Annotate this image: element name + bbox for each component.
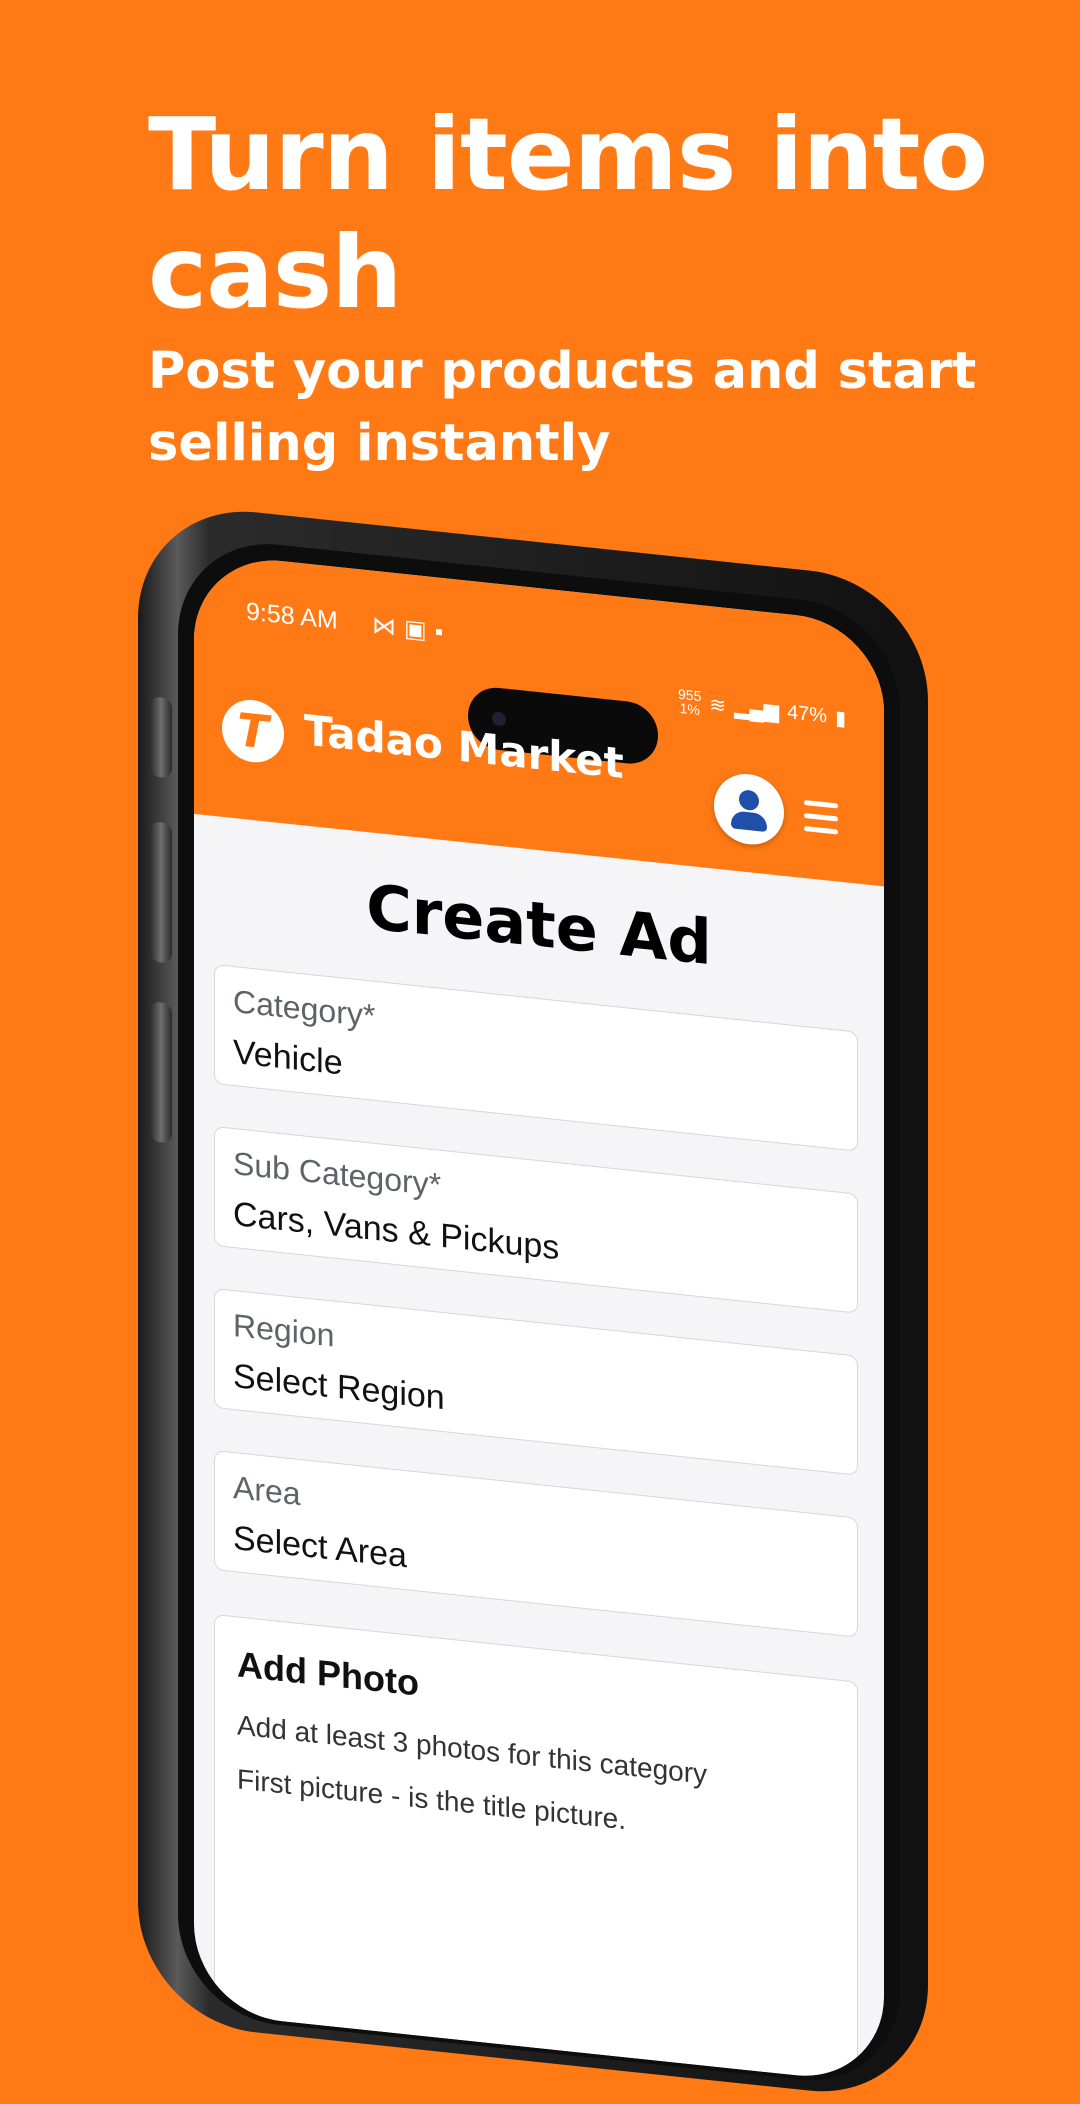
volume-down-button [150, 1001, 172, 1144]
field-label: Category* [233, 982, 376, 1034]
field-value: Select Area [233, 1518, 407, 1576]
network-speed: 955 1% [678, 685, 702, 719]
front-camera [492, 711, 506, 727]
user-icon [739, 789, 759, 812]
volume-up-button [150, 821, 172, 964]
app-logo-icon[interactable]: T [222, 696, 284, 766]
battery-level: 47% [787, 700, 828, 727]
field-value: Select Region [233, 1356, 445, 1418]
add-photo-section[interactable]: Add Photo Add at least 3 photos for this… [214, 1613, 858, 2085]
field-label: Sub Category* [233, 1144, 442, 1203]
status-time: 9:58 AM [246, 597, 338, 635]
region-field[interactable]: Region Select Region [214, 1287, 858, 1476]
sub-category-field[interactable]: Sub Category* Cars, Vans & Pickups [214, 1125, 858, 1314]
field-value: Cars, Vans & Pickups [233, 1194, 560, 1268]
notification-icons: ⋈▣▪ [372, 611, 451, 648]
field-label: Area [233, 1468, 301, 1513]
wifi-icon: ≋ [709, 693, 727, 718]
phone-mockup: 9:58 AM ⋈▣▪ 955 1% ≋ ▂▄▆ 47% ▮ T Tadao M… [138, 500, 938, 2104]
field-label: Region [233, 1306, 335, 1354]
app-notification-icon: ▪ [434, 618, 452, 647]
add-photo-title: Add Photo [237, 1643, 419, 1704]
hamburger-menu-icon[interactable] [804, 799, 838, 838]
category-field[interactable]: Category* Vehicle [214, 963, 858, 1152]
silent-switch [150, 696, 172, 779]
status-right: 955 1% ≋ ▂▄▆ 47% ▮ [678, 685, 847, 733]
field-value: Vehicle [233, 1032, 343, 1083]
signal-icon: ▂▄▆ [734, 696, 780, 723]
battery-icon: ▮ [835, 706, 847, 730]
app-notification-icon: ▣ [404, 614, 435, 646]
profile-avatar-button[interactable] [714, 770, 784, 848]
phone-screen: 9:58 AM ⋈▣▪ 955 1% ≋ ▂▄▆ 47% ▮ T Tadao M… [194, 551, 884, 2085]
bowtie-icon: ⋈ [372, 611, 404, 642]
area-field[interactable]: Area Select Area [214, 1449, 858, 1638]
promo-subheadline: Post your products and start selling ins… [148, 342, 977, 473]
promo-headline: Turn items into cash [148, 96, 988, 331]
